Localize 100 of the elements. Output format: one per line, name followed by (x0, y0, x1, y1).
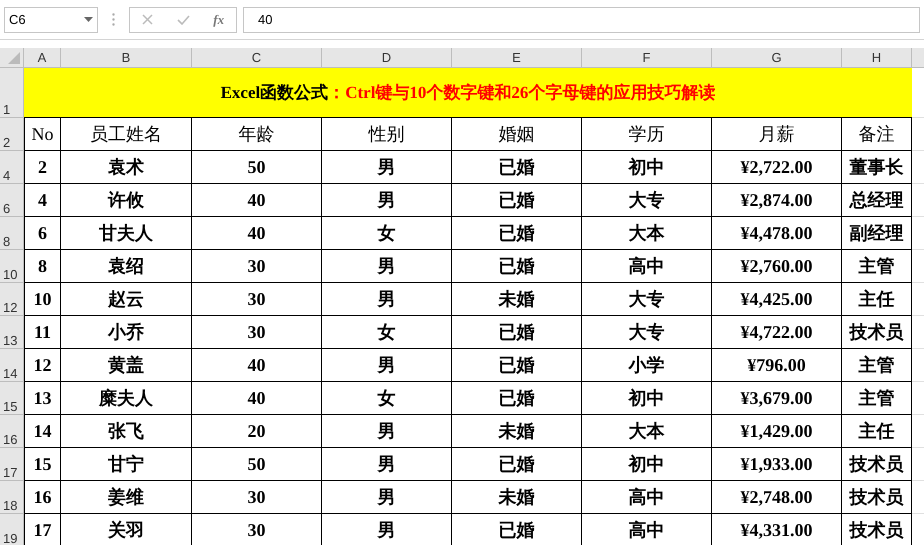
table-cell: 30 (192, 283, 322, 316)
cancel-icon[interactable] (142, 14, 153, 25)
table-cell: 高中 (582, 481, 712, 514)
table-cell: 40 (192, 382, 322, 415)
row-header[interactable]: 4 (0, 151, 24, 184)
row-header[interactable]: 16 (0, 415, 24, 448)
table-cell: 主任 (842, 283, 912, 316)
column-header[interactable]: H (842, 48, 912, 67)
column-header[interactable]: D (322, 48, 452, 67)
table-cell: 总经理 (842, 184, 912, 217)
table-cell: 袁术 (61, 151, 192, 184)
dropdown-caret-icon[interactable] (84, 17, 93, 22)
row-header[interactable]: 15 (0, 382, 24, 415)
table-cell: 30 (192, 514, 322, 545)
table-cell: ¥4,722.00 (712, 316, 842, 349)
column-header[interactable]: F (582, 48, 712, 67)
row-header[interactable]: 10 (0, 250, 24, 283)
table-cell: 16 (24, 481, 61, 514)
table-cell: 男 (322, 151, 452, 184)
column-header[interactable]: B (61, 48, 192, 67)
row-header[interactable]: 1 (0, 68, 24, 118)
column-heading: 员工姓名 (61, 118, 192, 151)
table-cell: 已婚 (452, 151, 582, 184)
table-cell: ¥4,331.00 (712, 514, 842, 545)
table-cell: 已婚 (452, 316, 582, 349)
column-heading: 年龄 (192, 118, 322, 151)
table-cell: 技术员 (842, 316, 912, 349)
row-header[interactable]: 2 (0, 118, 24, 151)
column-header[interactable]: A (24, 48, 61, 67)
table-cell: ¥4,425.00 (712, 283, 842, 316)
column-header[interactable]: C (192, 48, 322, 67)
table-cell: 初中 (582, 151, 712, 184)
row-header[interactable]: 14 (0, 349, 24, 382)
formula-input[interactable]: 40 (243, 6, 920, 32)
table-cell: ¥3,679.00 (712, 382, 842, 415)
table-cell: 关羽 (61, 514, 192, 545)
table-cell: 已婚 (452, 448, 582, 481)
table-cell: 50 (192, 448, 322, 481)
table-cell: 副经理 (842, 217, 912, 250)
row-header[interactable]: 18 (0, 481, 24, 514)
table-cell: 男 (322, 349, 452, 382)
table-cell: 20 (192, 415, 322, 448)
table-cell: 糜夫人 (61, 382, 192, 415)
table-cell: ¥796.00 (712, 349, 842, 382)
table-cell: 主管 (842, 349, 912, 382)
table-cell: 男 (322, 514, 452, 545)
row-header[interactable]: 17 (0, 448, 24, 481)
table-cell: 未婚 (452, 481, 582, 514)
table-cell: 未婚 (452, 283, 582, 316)
title-cell: Excel函数公式：Ctrl键与10个数字键和26个字母键的应用技巧解读 (24, 68, 912, 118)
dots-icon (112, 13, 115, 26)
name-box[interactable]: C6 (4, 6, 98, 32)
table-cell: 17 (24, 514, 61, 545)
table-cell: 许攸 (61, 184, 192, 217)
column-heading: 月薪 (712, 118, 842, 151)
table-cell: 8 (24, 250, 61, 283)
table-cell: 大专 (582, 316, 712, 349)
table-cell: 女 (322, 382, 452, 415)
table-cell: 已婚 (452, 184, 582, 217)
table-cell: 已婚 (452, 349, 582, 382)
table-cell: 小学 (582, 349, 712, 382)
table-cell: 主管 (842, 250, 912, 283)
table-cell: 大专 (582, 283, 712, 316)
table-cell: 男 (322, 184, 452, 217)
table-cell: 30 (192, 481, 322, 514)
row-header[interactable]: 19 (0, 514, 24, 545)
table-cell: 董事长 (842, 151, 912, 184)
row-header[interactable]: 6 (0, 184, 24, 217)
check-icon[interactable] (176, 14, 190, 24)
table-cell: 40 (192, 217, 322, 250)
table-cell: 大专 (582, 184, 712, 217)
column-heading: No (24, 118, 61, 151)
table-cell: ¥2,874.00 (712, 184, 842, 217)
table-cell: 主任 (842, 415, 912, 448)
table-cell: 技术员 (842, 448, 912, 481)
row-header[interactable]: 8 (0, 217, 24, 250)
table-cell: 甘宁 (61, 448, 192, 481)
table-cell: 大本 (582, 415, 712, 448)
table-cell: 15 (24, 448, 61, 481)
table-cell: ¥2,748.00 (712, 481, 842, 514)
table-cell: 男 (322, 415, 452, 448)
table-cell: 高中 (582, 250, 712, 283)
column-heading: 备注 (842, 118, 912, 151)
row-header[interactable]: 12 (0, 283, 24, 316)
table-cell: 13 (24, 382, 61, 415)
select-all-icon[interactable] (8, 52, 20, 64)
column-heading: 婚姻 (452, 118, 582, 151)
insert-function-button[interactable]: fx (213, 12, 224, 28)
column-header[interactable]: G (712, 48, 842, 67)
table-cell: 男 (322, 250, 452, 283)
column-header[interactable]: E (452, 48, 582, 67)
table-cell: 高中 (582, 514, 712, 545)
table-cell: 已婚 (452, 382, 582, 415)
table-cell: 未婚 (452, 415, 582, 448)
table-cell: 50 (192, 151, 322, 184)
table-cell: 初中 (582, 382, 712, 415)
table-cell: 大本 (582, 217, 712, 250)
row-header[interactable]: 13 (0, 316, 24, 349)
table-cell: 姜维 (61, 481, 192, 514)
table-cell: 小乔 (61, 316, 192, 349)
